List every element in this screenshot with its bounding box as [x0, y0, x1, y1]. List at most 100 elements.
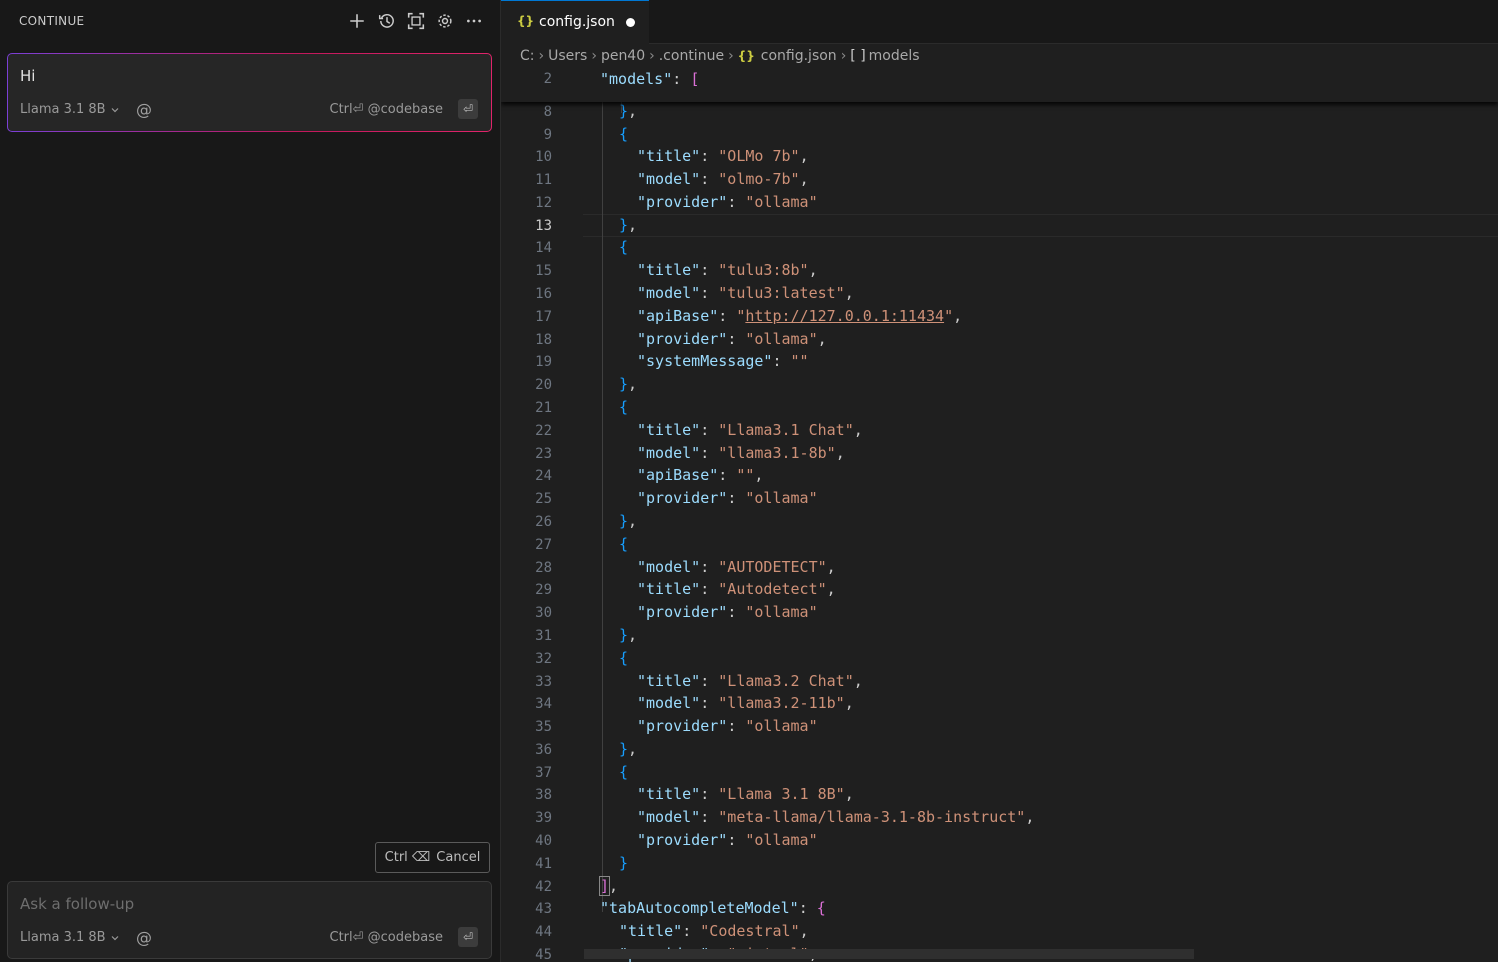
followup-codebase-hint[interactable]: Ctrl⏎ @codebase: [330, 930, 444, 945]
message-box[interactable]: Hi Llama 3.1 8B @ Ctrl⏎ @codebase ⏎: [7, 53, 492, 132]
chevron-right-icon: ›: [591, 48, 597, 64]
line-number: 29: [535, 582, 552, 598]
line-number: 33: [535, 674, 552, 690]
line-number: 17: [535, 309, 552, 325]
api-url-link[interactable]: http://127.0.0.1:11434: [745, 307, 944, 325]
chevron-right-icon: ›: [649, 48, 655, 64]
fullscreen-icon[interactable]: [405, 10, 427, 32]
followup-input[interactable]: Ask a follow-up Llama 3.1 8B @ Ctrl⏎ @co…: [7, 881, 492, 959]
line-number: 16: [535, 286, 552, 302]
tab-label: config.json: [539, 14, 615, 30]
code-line: },: [619, 375, 638, 393]
code-line: "provider": "ollama",: [637, 330, 827, 348]
line-number: 8: [543, 104, 552, 120]
code-line: ],: [598, 876, 619, 896]
breadcrumb-item[interactable]: .continue: [659, 48, 724, 64]
followup-at-mention-icon[interactable]: @: [136, 928, 152, 947]
code-line: "model": "AUTODETECT",: [637, 558, 836, 576]
code-line: "apiBase": "http://127.0.0.1:11434",: [637, 307, 963, 325]
unsaved-dot-icon[interactable]: [626, 18, 635, 27]
code-line: "model": "olmo-7b",: [637, 170, 809, 188]
breadcrumb: C: › Users › pen40 › .continue › {} conf…: [501, 44, 1498, 68]
horizontal-scrollbar[interactable]: [584, 949, 1194, 959]
code-line: },: [619, 102, 638, 120]
line-number: 41: [535, 856, 552, 872]
line-number: 9: [543, 127, 552, 143]
line-number: 19: [535, 354, 552, 370]
line-number: 26: [535, 514, 552, 530]
line-number: 36: [535, 742, 552, 758]
line-number: 39: [535, 810, 552, 826]
code-line: {: [619, 398, 629, 416]
at-mention-icon[interactable]: @: [136, 100, 152, 119]
line-number: 23: [535, 446, 552, 462]
code-line: "model": "tulu3:latest",: [637, 284, 854, 302]
plus-icon[interactable]: [346, 10, 368, 32]
continue-panel: CONTINUE Hi Llama 3.1 8B @ Ctrl⏎ @codeba…: [0, 0, 500, 962]
breadcrumb-item[interactable]: models: [869, 48, 920, 64]
cancel-shortcut: Ctrl ⌫: [384, 850, 431, 865]
code-line: "provider": "ollama": [637, 603, 818, 621]
code-line: "provider": "ollama": [637, 489, 818, 507]
model-select[interactable]: Llama 3.1 8B: [20, 102, 120, 117]
code-editor[interactable]: 2 "models": [ 8 9 10 11 12 13 14 15 16 1…: [501, 68, 1498, 962]
line-number: 38: [535, 787, 552, 803]
line-number: 43: [535, 901, 552, 917]
breadcrumb-item[interactable]: config.json: [761, 48, 837, 64]
cancel-button[interactable]: Ctrl ⌫ Cancel: [375, 842, 490, 873]
line-number: 28: [535, 560, 552, 576]
chevron-right-icon: ›: [728, 48, 734, 64]
breadcrumb-item[interactable]: C:: [520, 48, 535, 64]
code-line: "model": "llama3.2-11b",: [637, 694, 854, 712]
line-number: 44: [535, 924, 552, 940]
line-number: 20: [535, 377, 552, 393]
code-line: },: [619, 216, 638, 234]
panel-header: CONTINUE: [0, 0, 500, 44]
code-line: "title": "OLMo 7b",: [637, 147, 809, 165]
codebase-hint[interactable]: Ctrl⏎ @codebase: [330, 102, 444, 117]
panel-title: CONTINUE: [19, 14, 85, 28]
code-line: "provider": "ollama": [637, 193, 818, 211]
code-line: },: [619, 512, 638, 530]
breadcrumb-item[interactable]: pen40: [601, 48, 645, 64]
line-number: 14: [535, 240, 552, 256]
gear-icon[interactable]: [434, 10, 456, 32]
code-line: "title": "Codestral",: [619, 922, 809, 940]
line-number: 21: [535, 400, 552, 416]
more-icon[interactable]: [463, 10, 485, 32]
chevron-down-icon: [111, 107, 119, 112]
code-line: },: [619, 740, 638, 758]
followup-placeholder: Ask a follow-up: [20, 895, 135, 913]
code-line: "systemMessage": "": [637, 352, 809, 370]
code-line: "title": "Llama3.2 Chat",: [637, 672, 863, 690]
line-number: 25: [535, 491, 552, 507]
sticky-scroll-header[interactable]: 2 "models": [: [501, 68, 1498, 102]
tab-config-json[interactable]: {} config.json: [501, 0, 649, 44]
line-number: 32: [535, 651, 552, 667]
submit-button[interactable]: ⏎: [458, 99, 478, 119]
code-line: "model": "meta-llama/llama-3.1-8b-instru…: [637, 808, 1035, 826]
code-line: {: [619, 763, 629, 781]
history-icon[interactable]: [376, 10, 398, 32]
line-number: 24: [535, 468, 552, 484]
breadcrumb-item[interactable]: Users: [548, 48, 587, 64]
code-line: "provider": "ollama": [637, 831, 818, 849]
code-line: {: [619, 535, 629, 553]
line-number: 37: [535, 765, 552, 781]
line-number: 34: [535, 696, 552, 712]
code-line: "title": "Autodetect",: [637, 580, 836, 598]
line-number: 11: [535, 172, 552, 188]
line-number: 27: [535, 537, 552, 553]
code-line: "models": [: [600, 70, 700, 88]
cancel-label: Cancel: [436, 850, 481, 865]
line-number: 42: [535, 879, 552, 895]
code-line: "title": "Llama 3.1 8B",: [637, 785, 854, 803]
followup-submit-button[interactable]: ⏎: [458, 927, 478, 947]
json-file-icon: {}: [737, 49, 755, 63]
chevron-right-icon: ›: [840, 48, 847, 64]
line-number: 31: [535, 628, 552, 644]
code-line: {: [619, 238, 629, 256]
followup-model-select[interactable]: Llama 3.1 8B: [20, 930, 120, 945]
code-line: "tabAutocompleteModel": {: [600, 899, 826, 917]
line-number: 35: [535, 719, 552, 735]
